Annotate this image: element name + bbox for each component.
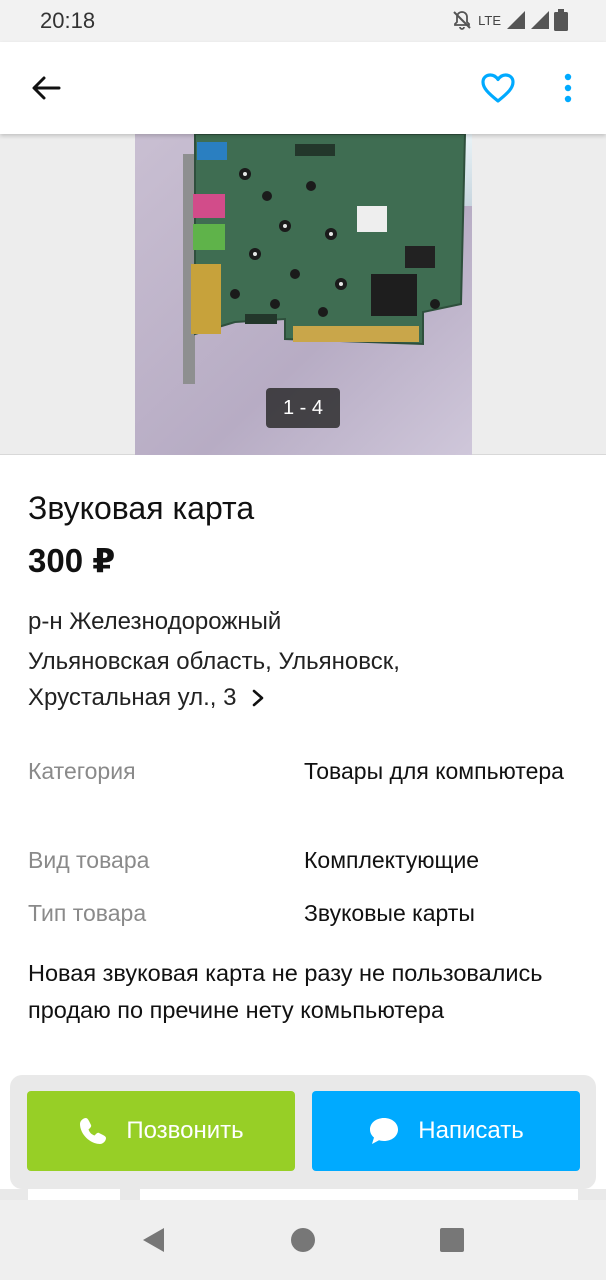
signal-icon bbox=[507, 11, 525, 29]
param-label: Тип товара bbox=[28, 900, 147, 926]
address-street: Хрустальная ул., 3 bbox=[28, 684, 237, 711]
param-value: Звуковые карты bbox=[304, 900, 475, 926]
param-value: Товары для компьютера bbox=[304, 758, 564, 784]
photo-counter: 1 - 4 bbox=[266, 388, 340, 428]
address-district: р-н Железнодорожный bbox=[28, 608, 282, 635]
listing-description: Новая звуковая карта не разу не пользова… bbox=[28, 960, 543, 1023]
address-link[interactable]: Хрустальная ул., 3 bbox=[28, 684, 265, 712]
app-bar bbox=[0, 42, 606, 134]
watermark: Avito bbox=[372, 552, 457, 578]
nav-recents-icon[interactable] bbox=[439, 1227, 465, 1253]
back-button[interactable] bbox=[22, 66, 70, 110]
status-time: 20:18 bbox=[40, 8, 96, 33]
content-below bbox=[0, 1189, 606, 1200]
listing-title: Звуковая карта bbox=[28, 490, 255, 526]
nav-home-icon[interactable] bbox=[290, 1227, 316, 1253]
avito-logo-icon bbox=[374, 554, 395, 576]
write-button[interactable]: Написать bbox=[312, 1091, 580, 1171]
more-vertical-icon bbox=[564, 73, 572, 103]
system-nav-bar bbox=[0, 1200, 606, 1280]
heart-outline-icon bbox=[481, 73, 515, 103]
nav-back-icon[interactable] bbox=[140, 1226, 168, 1254]
write-label: Написать bbox=[418, 1117, 524, 1144]
chat-bubble-icon bbox=[370, 1118, 399, 1144]
address-region: Ульяновская область, Ульяновск, bbox=[28, 648, 400, 675]
param-label: Категория bbox=[28, 758, 136, 784]
network-type: LTE bbox=[478, 12, 501, 28]
mute-icon bbox=[453, 11, 471, 30]
status-bar: 20:18 LTE bbox=[0, 0, 606, 42]
battery-icon bbox=[554, 9, 568, 31]
favorite-button[interactable] bbox=[476, 66, 520, 110]
chevron-right-icon bbox=[252, 689, 263, 707]
listing-price: 300 ₽ bbox=[28, 542, 116, 579]
more-options-button[interactable] bbox=[548, 66, 588, 110]
status-icons: LTE bbox=[451, 9, 568, 31]
call-button[interactable]: Позвонить bbox=[27, 1091, 295, 1171]
signal-icon bbox=[531, 11, 549, 29]
action-panel: Позвонить Написать bbox=[10, 1075, 596, 1189]
watermark-text: Avito bbox=[403, 552, 458, 577]
param-label: Вид товара bbox=[28, 847, 150, 873]
phone-icon bbox=[80, 1118, 107, 1144]
call-label: Позвонить bbox=[126, 1117, 244, 1144]
param-value: Комплектующие bbox=[304, 847, 480, 873]
arrow-left-icon bbox=[32, 76, 61, 100]
